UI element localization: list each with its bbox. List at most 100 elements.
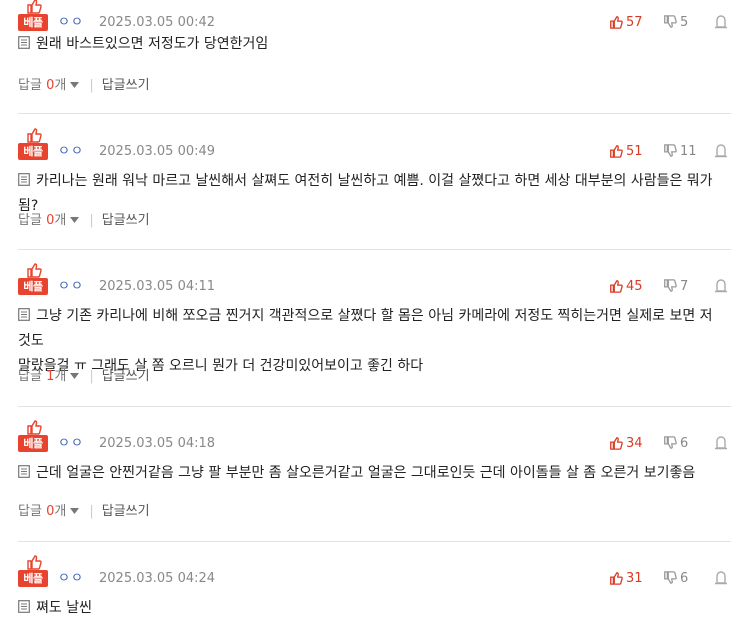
comment-header: 베플 ㅇㅇ 2025.03.05 04:11 45 7 bbox=[18, 262, 731, 296]
document-icon bbox=[18, 600, 30, 613]
downvote-count: 6 bbox=[680, 436, 689, 451]
thumbs-up-icon bbox=[27, 420, 42, 435]
comment-divider bbox=[18, 113, 731, 114]
document-icon bbox=[18, 36, 30, 49]
thumbs-down-icon bbox=[664, 279, 677, 292]
comment-body: 그냥 기존 카리나에 비해 쪼오금 찐거지 객관적으로 살쪘다 할 몸은 아님 … bbox=[18, 308, 713, 349]
best-badge: 베플 bbox=[18, 262, 48, 296]
comment-header: 베플 ㅇㅇ 2025.03.05 00:49 51 11 bbox=[18, 127, 731, 161]
reply-toggle[interactable]: 답글 0개 bbox=[18, 213, 81, 228]
report-icon[interactable] bbox=[714, 279, 728, 293]
best-label: 베플 bbox=[18, 435, 48, 452]
reply-label: 답글 bbox=[18, 213, 42, 228]
write-reply-button[interactable]: 답글쓰기 bbox=[102, 369, 150, 384]
caret-down-icon bbox=[70, 508, 80, 514]
thumbs-up-icon bbox=[610, 280, 623, 293]
caret-down-icon bbox=[70, 373, 80, 379]
author-name[interactable]: ㅇㅇ bbox=[58, 143, 84, 160]
document-icon bbox=[18, 465, 30, 478]
divider: | bbox=[89, 78, 94, 93]
reply-label: 답글 bbox=[18, 369, 42, 384]
author-name[interactable]: ㅇㅇ bbox=[58, 435, 84, 452]
comment-header: 베플 ㅇㅇ 2025.03.05 04:24 31 6 bbox=[18, 554, 731, 588]
reply-unit: 개 bbox=[54, 78, 67, 93]
comment-text: 원래 바스트있으면 저정도가 당연한거임 bbox=[18, 32, 718, 57]
comment-line: 그냥 기존 카리나에 비해 쪼오금 찐거지 객관적으로 살쪘다 할 몸은 아님 … bbox=[18, 304, 718, 354]
report-icon[interactable] bbox=[714, 144, 728, 158]
thumbs-down-icon bbox=[664, 15, 677, 28]
comment-body: 원래 바스트있으면 저정도가 당연한거임 bbox=[36, 36, 269, 52]
comment-body: 쪄도 날씬 bbox=[36, 600, 92, 616]
comment-footer: 답글 0개 | 답글쓰기 bbox=[18, 77, 150, 95]
divider: | bbox=[89, 369, 94, 384]
document-icon bbox=[18, 308, 30, 321]
comment-date: 2025.03.05 04:18 bbox=[99, 436, 216, 451]
comment-footer: 답글 0개 | 답글쓰기 bbox=[18, 503, 150, 521]
thumbs-up-icon bbox=[27, 128, 42, 143]
comment-header: 베플 ㅇㅇ 2025.03.05 00:42 57 5 bbox=[18, 0, 731, 32]
thumbs-down-icon bbox=[664, 144, 677, 157]
reply-toggle[interactable]: 답글 0개 bbox=[18, 78, 81, 93]
comment-text: 쪄도 날씬 bbox=[18, 596, 718, 621]
comment-body: 근데 얼굴은 안찐거같음 그냥 팔 부분만 좀 살오른거같고 얼굴은 그대로인듯… bbox=[36, 465, 696, 481]
comment-date: 2025.03.05 00:49 bbox=[99, 144, 216, 159]
author-name[interactable]: ㅇㅇ bbox=[58, 14, 84, 31]
comment-header: 베플 ㅇㅇ 2025.03.05 04:18 34 6 bbox=[18, 419, 731, 453]
best-label: 베플 bbox=[18, 14, 48, 31]
comment-body: 카리나는 원래 워낙 마르고 날씬해서 살쪄도 여전히 날씬하고 예쁨. 이걸 … bbox=[18, 173, 713, 214]
comment-divider bbox=[18, 541, 731, 542]
comment-date: 2025.03.05 04:24 bbox=[99, 571, 216, 586]
report-icon[interactable] bbox=[714, 15, 728, 29]
thumbs-up-icon bbox=[27, 263, 42, 278]
write-reply-button[interactable]: 답글쓰기 bbox=[102, 504, 150, 519]
thumbs-down-icon bbox=[664, 571, 677, 584]
thumbs-up-icon bbox=[610, 16, 623, 29]
best-label: 베플 bbox=[18, 278, 48, 295]
downvote-count: 5 bbox=[680, 15, 689, 30]
downvote-count: 11 bbox=[680, 144, 697, 159]
thumbs-up-icon bbox=[27, 555, 42, 570]
author-name[interactable]: ㅇㅇ bbox=[58, 570, 84, 587]
document-icon bbox=[18, 173, 30, 186]
write-reply-button[interactable]: 답글쓰기 bbox=[102, 78, 150, 93]
upvote-count: 34 bbox=[626, 436, 643, 451]
reply-unit: 개 bbox=[54, 504, 67, 519]
comment-date: 2025.03.05 04:11 bbox=[99, 279, 216, 294]
caret-down-icon bbox=[70, 217, 80, 223]
comment-divider bbox=[18, 249, 731, 250]
reply-toggle[interactable]: 답글 0개 bbox=[18, 504, 81, 519]
best-label: 베플 bbox=[18, 143, 48, 160]
best-badge: 베플 bbox=[18, 0, 48, 32]
best-badge: 베플 bbox=[18, 127, 48, 161]
thumbs-down-icon bbox=[664, 436, 677, 449]
upvote-count: 45 bbox=[626, 279, 643, 294]
reply-label: 답글 bbox=[18, 504, 42, 519]
thumbs-up-icon bbox=[610, 437, 623, 450]
reply-toggle[interactable]: 답글 1개 bbox=[18, 369, 81, 384]
downvote-count: 7 bbox=[680, 279, 689, 294]
write-reply-button[interactable]: 답글쓰기 bbox=[102, 213, 150, 228]
comment-text: 근데 얼굴은 안찐거같음 그냥 팔 부분만 좀 살오른거같고 얼굴은 그대로인듯… bbox=[18, 461, 718, 486]
divider: | bbox=[89, 213, 94, 228]
best-label: 베플 bbox=[18, 570, 48, 587]
comment-divider bbox=[18, 406, 731, 407]
comment-footer: 답글 0개 | 답글쓰기 bbox=[18, 212, 150, 230]
upvote-count: 51 bbox=[626, 144, 643, 159]
caret-down-icon bbox=[70, 82, 80, 88]
comment-footer: 답글 1개 | 답글쓰기 bbox=[18, 368, 150, 386]
comment-list: 베플 ㅇㅇ 2025.03.05 00:42 57 5 원래 바스트있으면 저정… bbox=[0, 0, 731, 640]
thumbs-up-icon bbox=[610, 572, 623, 585]
author-name[interactable]: ㅇㅇ bbox=[58, 278, 84, 295]
comment-date: 2025.03.05 00:42 bbox=[99, 15, 216, 30]
upvote-count: 31 bbox=[626, 571, 643, 586]
report-icon[interactable] bbox=[714, 436, 728, 450]
thumbs-up-icon bbox=[27, 0, 42, 14]
reply-unit: 개 bbox=[54, 213, 67, 228]
reply-label: 답글 bbox=[18, 78, 42, 93]
reply-unit: 개 bbox=[54, 369, 67, 384]
thumbs-up-icon bbox=[610, 145, 623, 158]
upvote-count: 57 bbox=[626, 15, 643, 30]
report-icon[interactable] bbox=[714, 571, 728, 585]
divider: | bbox=[89, 504, 94, 519]
best-badge: 베플 bbox=[18, 554, 48, 588]
